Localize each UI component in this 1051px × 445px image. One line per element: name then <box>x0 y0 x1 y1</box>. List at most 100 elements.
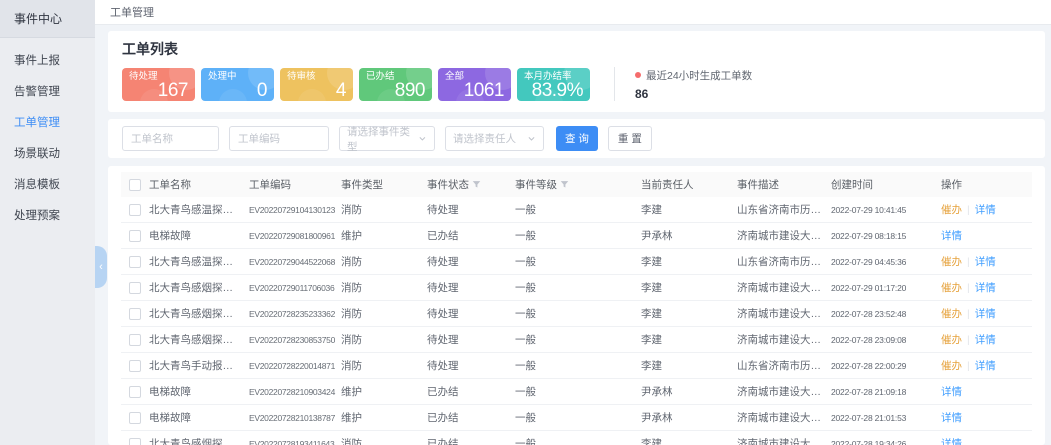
cell-actions: 详情 <box>941 410 1032 425</box>
cell-person: 尹承林 <box>641 384 737 399</box>
row-checkbox[interactable] <box>129 204 141 216</box>
row-checkbox[interactable] <box>129 412 141 424</box>
event-type-select[interactable]: 请选择事件类型 <box>339 126 435 151</box>
urge-link[interactable]: 催办 <box>941 282 962 294</box>
urge-link[interactable]: 催办 <box>941 334 962 346</box>
filter-funnel-icon[interactable] <box>472 180 481 189</box>
cell-desc: 济南城市建设大厦B3车... <box>737 280 831 295</box>
row-checkbox-cell <box>121 334 149 346</box>
row-checkbox-cell <box>121 360 149 372</box>
order-name-input[interactable] <box>122 126 219 151</box>
detail-link[interactable]: 详情 <box>975 360 996 372</box>
cell-time: 2022-07-29 01:17:20 <box>831 283 941 293</box>
detail-link[interactable]: 详情 <box>975 204 996 216</box>
table-row: 电梯故障EV20220729081800961维护已办结一般尹承林济南城市建设大… <box>121 223 1032 249</box>
stat-card: 已办结890 <box>359 68 432 101</box>
cell-type: 消防 <box>341 358 427 373</box>
cell-desc: 济南城市建设大厦B3车... <box>737 332 831 347</box>
row-checkbox[interactable] <box>129 282 141 294</box>
table-row: 北大青鸟感烟探测器故障EV20220728230853750消防待处理一般李建济… <box>121 327 1032 353</box>
cell-name: 北大青鸟感温探测器故障 <box>149 254 249 269</box>
cell-code: EV20220729104130123 <box>249 205 341 215</box>
detail-link[interactable]: 详情 <box>975 282 996 294</box>
sidebar-item[interactable]: 消息模板 <box>0 170 95 201</box>
detail-link[interactable]: 详情 <box>975 308 996 320</box>
cell-person: 李建 <box>641 202 737 217</box>
detail-link[interactable]: 详情 <box>975 256 996 268</box>
detail-link[interactable]: 详情 <box>975 334 996 346</box>
row-checkbox[interactable] <box>129 360 141 372</box>
sidebar-item[interactable]: 工单管理 <box>0 108 95 139</box>
filter-funnel-icon[interactable] <box>560 180 569 189</box>
stat-card-value: 4 <box>287 82 346 99</box>
action-separator: | <box>967 204 970 216</box>
cell-type: 维护 <box>341 410 427 425</box>
cell-name: 北大青鸟感烟探测器故障 <box>149 306 249 321</box>
column-header: 当前责任人 <box>641 177 737 192</box>
row-checkbox[interactable] <box>129 308 141 320</box>
row-checkbox[interactable] <box>129 438 141 445</box>
chevron-down-icon <box>418 134 427 143</box>
cell-time: 2022-07-29 10:41:45 <box>831 205 941 215</box>
sidebar-item[interactable]: 事件上报 <box>0 46 95 77</box>
action-separator: | <box>967 360 970 372</box>
stat-card: 待审核4 <box>280 68 353 101</box>
row-checkbox-cell <box>121 204 149 216</box>
cell-desc: 山东省济南市历下区济南... <box>737 254 831 269</box>
table-row: 北大青鸟感温探测器故障EV20220729044522068消防待处理一般李建山… <box>121 249 1032 275</box>
cell-status: 已办结 <box>427 228 515 243</box>
detail-link[interactable]: 详情 <box>941 438 962 445</box>
urge-link[interactable]: 催办 <box>941 308 962 320</box>
sidebar-item[interactable]: 处理预案 <box>0 201 95 232</box>
sidebar-item[interactable]: 场景联动 <box>0 139 95 170</box>
detail-link[interactable]: 详情 <box>941 230 962 242</box>
sidebar-item[interactable]: 告警管理 <box>0 77 95 108</box>
column-header-label: 事件类型 <box>341 179 383 191</box>
detail-link[interactable]: 详情 <box>941 412 962 424</box>
cell-time: 2022-07-28 19:34:26 <box>831 439 941 445</box>
row-checkbox-cell <box>121 256 149 268</box>
cell-actions: 详情 <box>941 384 1032 399</box>
action-separator: | <box>967 308 970 320</box>
cell-type: 消防 <box>341 332 427 347</box>
cell-code: EV20220729011706036 <box>249 283 341 293</box>
table-row: 北大青鸟感烟探测器故障EV20220729011706036消防待处理一般李建济… <box>121 275 1032 301</box>
urge-link[interactable]: 催办 <box>941 360 962 372</box>
search-button[interactable]: 查 询 <box>556 126 598 151</box>
stat-card-value: 83.9% <box>524 82 583 99</box>
row-checkbox-cell <box>121 282 149 294</box>
cell-type: 消防 <box>341 436 427 445</box>
urge-link[interactable]: 催办 <box>941 256 962 268</box>
table-row: 北大青鸟手动报警按钮故障EV20220728220014871消防待处理一般李建… <box>121 353 1032 379</box>
order-code-input[interactable] <box>229 126 329 151</box>
cell-time: 2022-07-29 08:18:15 <box>831 231 941 241</box>
row-checkbox[interactable] <box>129 334 141 346</box>
main-content: 工单管理 工单列表 待处理167处理中0待审核4已办结890全部1061本月办结… <box>95 0 1051 445</box>
cell-status: 待处理 <box>427 358 515 373</box>
sidebar: 事件中心 事件上报告警管理工单管理场景联动消息模板处理预案 <box>0 0 95 445</box>
header-checkbox-cell <box>121 179 149 191</box>
cell-status: 已办结 <box>427 384 515 399</box>
column-header: 操作 <box>941 177 1032 192</box>
column-header-label: 工单编码 <box>249 179 291 191</box>
stat-cards: 待处理167处理中0待审核4已办结890全部1061本月办结率83.9% <box>122 68 590 101</box>
cell-status: 待处理 <box>427 254 515 269</box>
cell-type: 维护 <box>341 228 427 243</box>
detail-link[interactable]: 详情 <box>941 386 962 398</box>
sidebar-collapse-toggle[interactable]: ‹ <box>95 246 107 288</box>
column-header-label: 事件描述 <box>737 179 779 191</box>
row-checkbox[interactable] <box>129 230 141 242</box>
table-header: 工单名称工单编码事件类型事件状态事件等级当前责任人事件描述创建时间操作 <box>121 172 1032 197</box>
reset-button[interactable]: 重 置 <box>608 126 652 151</box>
row-checkbox[interactable] <box>129 256 141 268</box>
cell-level: 一般 <box>515 410 641 425</box>
select-all-checkbox[interactable] <box>129 179 141 191</box>
urge-link[interactable]: 催办 <box>941 204 962 216</box>
cell-person: 李建 <box>641 436 737 445</box>
row-checkbox[interactable] <box>129 386 141 398</box>
person-select[interactable]: 请选择责任人 <box>445 126 544 151</box>
cell-name: 北大青鸟感温探测器故障 <box>149 202 249 217</box>
column-header-label: 当前责任人 <box>641 179 694 191</box>
event-type-placeholder: 请选择事件类型 <box>347 124 418 154</box>
stats-row: 待处理167处理中0待审核4已办结890全部1061本月办结率83.9% 最近2… <box>122 67 1031 101</box>
